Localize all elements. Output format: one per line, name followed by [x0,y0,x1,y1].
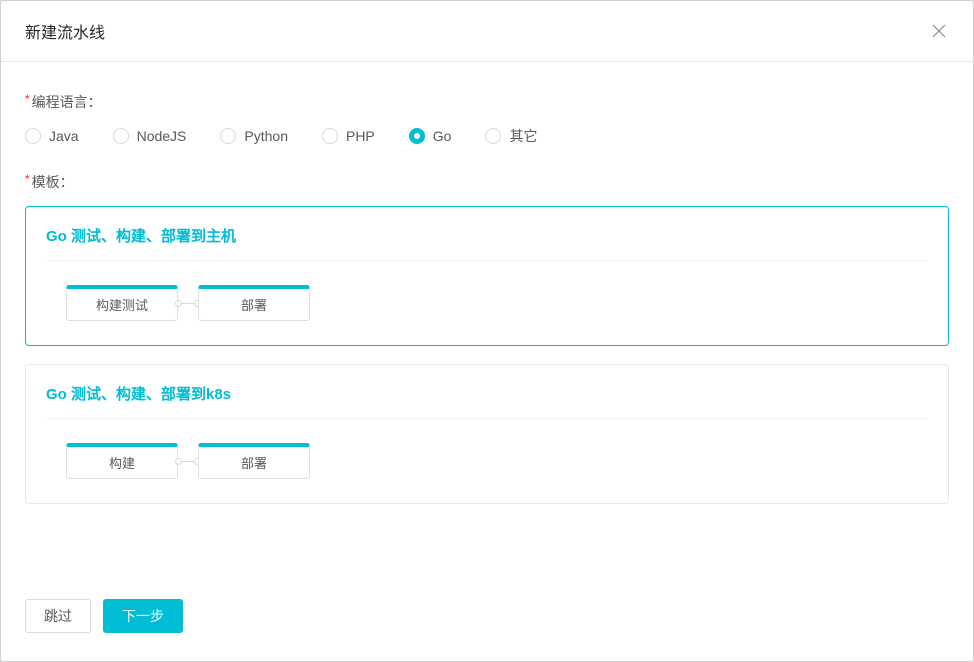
template-card-k8s[interactable]: Go 测试、构建、部署到k8s 构建 部署 [25,364,949,504]
radio-icon [25,128,41,144]
step-deploy: 部署 [198,443,310,479]
radio-java[interactable]: Java [25,128,79,144]
modal-body: *编程语言： Java NodeJS Python PHP [1,62,973,581]
create-pipeline-modal: 新建流水线 *编程语言： Java NodeJS [0,0,974,662]
modal-footer: 跳过 下一步 [1,581,973,661]
close-icon[interactable] [929,21,949,41]
template-title: Go 测试、构建、部署到主机 [46,225,928,261]
radio-go[interactable]: Go [409,128,452,144]
radio-icon [322,128,338,144]
step-connector-icon [178,303,198,304]
radio-icon [113,128,129,144]
modal-title: 新建流水线 [25,19,105,43]
step-connector-icon [178,461,198,462]
radio-icon [220,128,236,144]
template-title: Go 测试、构建、部署到k8s [46,383,928,419]
template-card-host[interactable]: Go 测试、构建、部署到主机 构建测试 部署 [25,206,949,346]
language-field: *编程语言： Java NodeJS Python PHP [25,92,949,146]
radio-icon [485,128,501,144]
pipeline-steps: 构建测试 部署 [46,285,928,321]
language-label: *编程语言： [25,92,949,112]
radio-icon [409,128,425,144]
step-build-test: 构建测试 [66,285,178,321]
skip-button[interactable]: 跳过 [25,599,91,633]
pipeline-steps: 构建 部署 [46,443,928,479]
step-build: 构建 [66,443,178,479]
radio-other[interactable]: 其它 [485,126,537,146]
next-button[interactable]: 下一步 [103,599,183,633]
radio-php[interactable]: PHP [322,128,375,144]
step-deploy: 部署 [198,285,310,321]
radio-python[interactable]: Python [220,128,288,144]
template-label: *模板： [25,172,949,192]
radio-nodejs[interactable]: NodeJS [113,128,187,144]
language-radio-group: Java NodeJS Python PHP Go [25,126,949,146]
modal-header: 新建流水线 [1,1,973,62]
template-field: *模板： Go 测试、构建、部署到主机 构建测试 部署 Go 测试、构建、部署到… [25,172,949,504]
